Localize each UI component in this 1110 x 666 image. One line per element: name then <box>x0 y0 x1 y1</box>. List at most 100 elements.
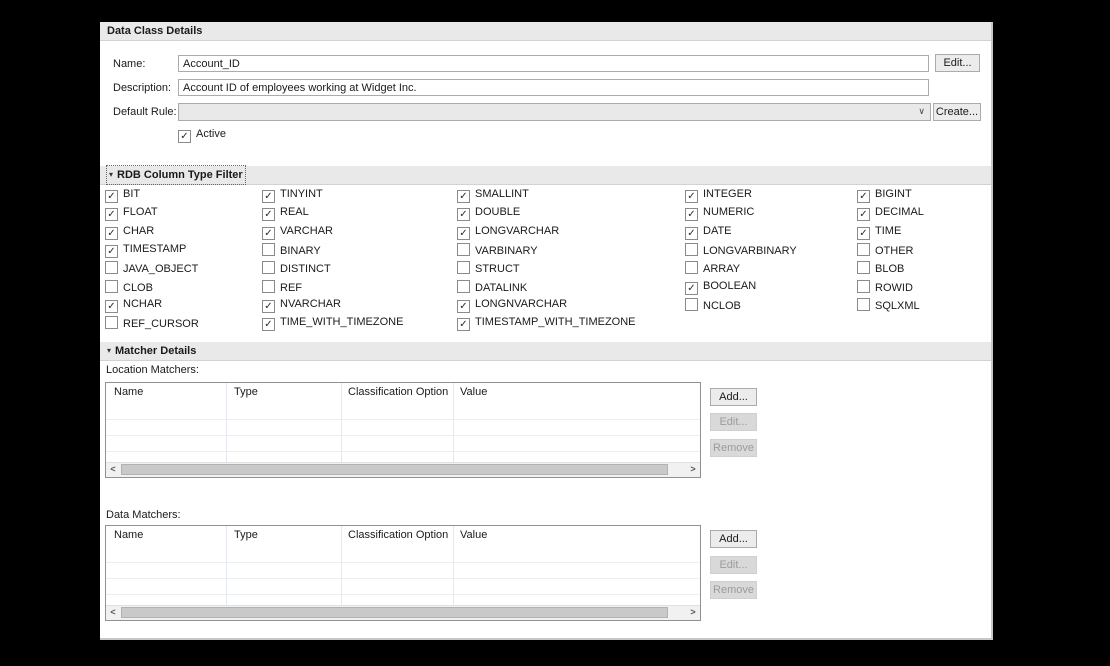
matcher-details-section-header[interactable]: ▾Matcher Details <box>100 342 991 361</box>
type-checkbox-LONGNVARCHAR[interactable]: ✓LONGNVARCHAR <box>457 298 567 312</box>
type-checkbox-BINARY[interactable]: BINARY <box>262 243 321 257</box>
type-checkbox-SMALLINT[interactable]: ✓SMALLINT <box>457 188 529 202</box>
checkbox-check-icon: ✓ <box>262 227 275 240</box>
add-button[interactable]: Add... <box>710 530 757 548</box>
data-matchers-label: Data Matchers: <box>106 509 181 521</box>
row-divider <box>106 594 700 595</box>
data-matchers-table[interactable]: < > Name Type Classification Option Value <box>105 525 701 621</box>
checkbox-empty-icon <box>105 261 118 274</box>
type-checkbox-SQLXML[interactable]: SQLXML <box>857 298 920 312</box>
scrollbar-thumb[interactable] <box>121 607 668 618</box>
column-header-type[interactable]: Type <box>234 529 258 541</box>
checkbox-empty-icon <box>857 280 870 293</box>
type-checkbox-label: REF_CURSOR <box>123 318 199 330</box>
type-checkbox-NVARCHAR[interactable]: ✓NVARCHAR <box>262 298 341 312</box>
scroll-right-icon[interactable]: > <box>686 606 700 619</box>
checkbox-empty-icon <box>685 243 698 256</box>
rdb-filter-section-header[interactable]: ▾RDB Column Type Filter <box>100 166 991 185</box>
default-rule-combobox[interactable]: ∨ <box>178 103 931 121</box>
type-checkbox-STRUCT[interactable]: STRUCT <box>457 261 520 275</box>
horizontal-scrollbar[interactable]: < > <box>106 462 700 477</box>
type-checkbox-BLOB[interactable]: BLOB <box>857 261 904 275</box>
type-checkbox-REF[interactable]: REF <box>262 280 302 294</box>
type-checkbox-ROWID[interactable]: ROWID <box>857 280 913 294</box>
column-header-name[interactable]: Name <box>114 529 143 541</box>
type-checkbox-DOUBLE[interactable]: ✓DOUBLE <box>457 206 520 220</box>
type-checkbox-label: LONGNVARCHAR <box>475 298 567 310</box>
edit-button[interactable]: Edit... <box>710 413 757 431</box>
checkbox-check-icon: ✓ <box>857 227 870 240</box>
type-checkbox-label: DECIMAL <box>875 206 924 218</box>
type-checkbox-TIMESTAMP[interactable]: ✓TIMESTAMP <box>105 243 186 257</box>
type-checkbox-BIGINT[interactable]: ✓BIGINT <box>857 188 912 202</box>
column-header-value[interactable]: Value <box>460 529 487 541</box>
scroll-left-icon[interactable]: < <box>106 463 120 476</box>
type-checkbox-label: STRUCT <box>475 263 520 275</box>
checkbox-empty-icon <box>457 243 470 256</box>
remove-button[interactable]: Remove <box>710 581 757 599</box>
panel-title-band: Data Class Details <box>100 22 991 41</box>
type-checkbox-LONGVARBINARY[interactable]: LONGVARBINARY <box>685 243 797 257</box>
type-checkbox-DATE[interactable]: ✓DATE <box>685 225 732 239</box>
type-checkbox-CLOB[interactable]: CLOB <box>105 280 153 294</box>
description-input[interactable] <box>178 79 929 96</box>
type-checkbox-TIMESTAMP_WITH_TIMEZONE[interactable]: ✓TIMESTAMP_WITH_TIMEZONE <box>457 316 636 330</box>
checkbox-empty-icon <box>457 261 470 274</box>
column-header-classification-option[interactable]: Classification Option <box>348 529 448 541</box>
scroll-left-icon[interactable]: < <box>106 606 120 619</box>
remove-button[interactable]: Remove <box>710 439 757 457</box>
checkbox-check-icon: ✓ <box>685 208 698 221</box>
type-checkbox-TIME[interactable]: ✓TIME <box>857 225 901 239</box>
checkbox-empty-icon <box>262 243 275 256</box>
type-checkbox-JAVA_OBJECT[interactable]: JAVA_OBJECT <box>105 261 198 275</box>
scroll-right-icon[interactable]: > <box>686 463 700 476</box>
type-checkbox-FLOAT[interactable]: ✓FLOAT <box>105 206 158 220</box>
type-checkbox-DECIMAL[interactable]: ✓ DECIMAL <box>857 206 924 220</box>
checkbox-check-icon: ✓ <box>685 227 698 240</box>
type-checkbox-DISTINCT[interactable]: DISTINCT <box>262 261 331 275</box>
type-checkbox-REF_CURSOR[interactable]: REF_CURSOR <box>105 316 199 330</box>
checkbox-check-icon: ✓ <box>178 130 191 143</box>
type-checkbox-label: NUMERIC <box>703 206 754 218</box>
type-checkbox-OTHER[interactable]: OTHER <box>857 243 914 257</box>
type-checkbox-CHAR[interactable]: ✓CHAR <box>105 225 154 239</box>
type-checkbox-NCLOB[interactable]: NCLOB <box>685 298 741 312</box>
checkbox-check-icon: ✓ <box>457 208 470 221</box>
type-checkbox-INTEGER[interactable]: ✓INTEGER <box>685 188 752 202</box>
active-checkbox[interactable]: ✓Active <box>178 128 226 142</box>
column-header-classification-option[interactable]: Classification Option <box>348 386 448 398</box>
type-checkbox-DATALINK[interactable]: DATALINK <box>457 280 527 294</box>
type-checkbox-label: BIGINT <box>875 188 912 200</box>
type-checkbox-ARRAY[interactable]: ARRAY <box>685 261 740 275</box>
type-checkbox-VARBINARY[interactable]: VARBINARY <box>457 243 538 257</box>
type-checkbox-BIT[interactable]: ✓BIT <box>105 188 140 202</box>
edit-button[interactable]: Edit... <box>710 556 757 574</box>
column-header-type[interactable]: Type <box>234 386 258 398</box>
type-checkbox-label: REF <box>280 282 302 294</box>
add-button[interactable]: Add... <box>710 388 757 406</box>
checkbox-check-icon: ✓ <box>105 227 118 240</box>
horizontal-scrollbar[interactable]: < > <box>106 605 700 620</box>
chevron-down-icon: ∨ <box>918 106 925 117</box>
type-checkbox-TIME_WITH_TIMEZONE[interactable]: ✓TIME_WITH_TIMEZONE <box>262 316 403 330</box>
create-button[interactable]: Create... <box>933 103 981 121</box>
scrollbar-thumb[interactable] <box>121 464 668 475</box>
type-checkbox-NCHAR[interactable]: ✓NCHAR <box>105 298 162 312</box>
checkbox-check-icon: ✓ <box>857 208 870 221</box>
name-label: Name: <box>113 58 145 70</box>
type-checkbox-label: BLOB <box>875 263 904 275</box>
column-header-name[interactable]: Name <box>114 386 143 398</box>
type-checkbox-LONGVARCHAR[interactable]: ✓LONGVARCHAR <box>457 225 559 239</box>
type-checkbox-label: BIT <box>123 188 140 200</box>
type-checkbox-label: VARCHAR <box>280 225 333 237</box>
type-checkbox-BOOLEAN[interactable]: ✓BOOLEAN <box>685 280 756 294</box>
type-checkbox-TINYINT[interactable]: ✓TINYINT <box>262 188 323 202</box>
name-input[interactable] <box>178 55 929 72</box>
checkbox-check-icon: ✓ <box>262 208 275 221</box>
type-checkbox-REAL[interactable]: ✓REAL <box>262 206 309 220</box>
edit-button[interactable]: Edit... <box>935 54 980 72</box>
type-checkbox-VARCHAR[interactable]: ✓ VARCHAR <box>262 225 333 239</box>
location-matchers-table[interactable]: < > Name Type Classification Option Value <box>105 382 701 478</box>
column-header-value[interactable]: Value <box>460 386 487 398</box>
type-checkbox-NUMERIC[interactable]: ✓ NUMERIC <box>685 206 754 220</box>
